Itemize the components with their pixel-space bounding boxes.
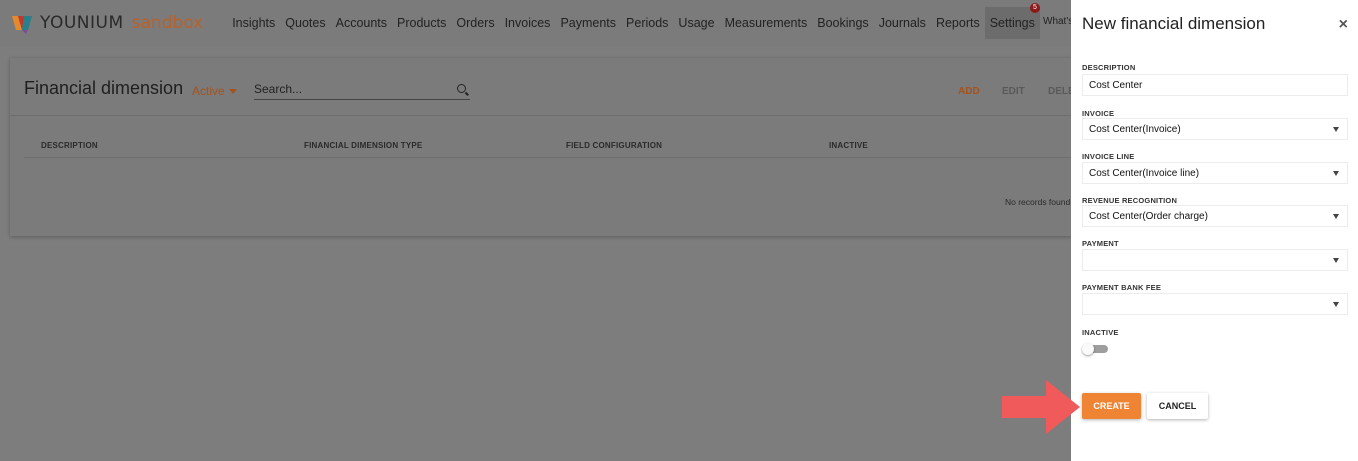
search-input[interactable]: Search... [254,82,302,96]
dropdown-arrow-icon [1333,258,1339,263]
nav-item-accounts[interactable]: Accounts [331,7,392,39]
nav-item-quotes[interactable]: Quotes [280,7,330,39]
younium-logo-icon [12,16,32,34]
nav-item-periods[interactable]: Periods [621,7,673,39]
nav-item-reports[interactable]: Reports [931,7,985,39]
create-button[interactable]: CREATE [1082,393,1141,419]
annotation-arrow-icon [1002,380,1080,434]
description-field[interactable]: Cost Center [1082,74,1348,96]
toolbar-divider [10,115,1072,116]
status-filter-label: Active [192,84,225,98]
dropdown-arrow-icon [1333,214,1339,219]
invoice-line-select[interactable]: Cost Center(Invoice line) [1082,162,1348,184]
delete-button[interactable]: DELETE [1048,86,1072,97]
nav-item-invoices[interactable]: Invoices [500,7,556,39]
caret-down-icon [228,89,237,95]
nav-item-orders[interactable]: Orders [451,7,499,39]
whats-new-link[interactable]: What's new [1043,16,1073,27]
brand-name: YOUNIUM [40,13,124,33]
description-label: DESCRIPTION [1082,63,1136,72]
panel-title: New financial dimension [1082,14,1266,33]
add-button[interactable]: ADD [958,86,980,97]
status-filter-dropdown[interactable]: Active [192,84,237,98]
column-header-inactive[interactable]: INACTIVE [829,141,868,150]
nav-item-payments[interactable]: Payments [555,7,621,39]
invoice-line-select-value: Cost Center(Invoice line) [1089,168,1200,179]
page-title: Financial dimension [24,78,184,98]
nav-item-measurements[interactable]: Measurements [720,7,813,39]
invoice-select-value: Cost Center(Invoice) [1089,124,1181,135]
cancel-button[interactable]: CANCEL [1147,393,1208,419]
dropdown-arrow-icon [1333,171,1339,176]
inactive-toggle[interactable] [1082,343,1108,355]
close-icon[interactable]: × [1339,16,1348,34]
financial-dimension-card: Financial dimension Active Search... ADD… [10,58,1072,236]
search-icon[interactable] [457,84,466,93]
nav-item-products[interactable]: Products [392,7,451,39]
nav-item-bookings[interactable]: Bookings [812,7,873,39]
revenue-recognition-select-value: Cost Center(Order charge) [1089,211,1208,222]
revenue-recognition-select[interactable]: Cost Center(Order charge) [1082,205,1348,227]
invoice-label: INVOICE [1082,109,1115,118]
environment-label: sandbox [131,13,204,33]
table-header-divider [24,157,1072,158]
column-header-description[interactable]: DESCRIPTION [41,141,98,150]
toggle-knob [1082,343,1094,355]
payment-select[interactable] [1082,249,1348,271]
inactive-label: INACTIVE [1082,328,1119,337]
nav-item-insights[interactable]: Insights [227,7,280,39]
nav-item-journals[interactable]: Journals [874,7,931,39]
nav-item-usage[interactable]: Usage [673,7,719,39]
new-financial-dimension-panel: New financial dimension × DESCRIPTION Co… [1071,0,1358,461]
revenue-recognition-label: REVENUE RECOGNITION [1082,196,1178,205]
invoice-select[interactable]: Cost Center(Invoice) [1082,118,1348,140]
payment-bank-fee-select[interactable] [1082,293,1348,315]
dropdown-arrow-icon [1333,302,1339,307]
empty-table-message: No records found [1005,197,1071,207]
notification-badge[interactable]: 5 [1030,3,1040,13]
payment-bank-fee-label: PAYMENT BANK FEE [1082,283,1162,292]
column-header-financial-dimension-type[interactable]: FINANCIAL DIMENSION TYPE [304,141,422,150]
main-nav: Insights Quotes Accounts Products Orders… [227,0,1040,46]
dropdown-arrow-icon [1333,127,1339,132]
column-header-field-configuration[interactable]: FIELD CONFIGURATION [566,141,662,150]
payment-label: PAYMENT [1082,239,1119,248]
invoice-line-label: INVOICE LINE [1082,152,1135,161]
edit-button[interactable]: EDIT [1002,86,1025,97]
brand-logo[interactable]: YOUNIUM sandbox [10,0,203,46]
search-box[interactable]: Search... [254,80,470,100]
